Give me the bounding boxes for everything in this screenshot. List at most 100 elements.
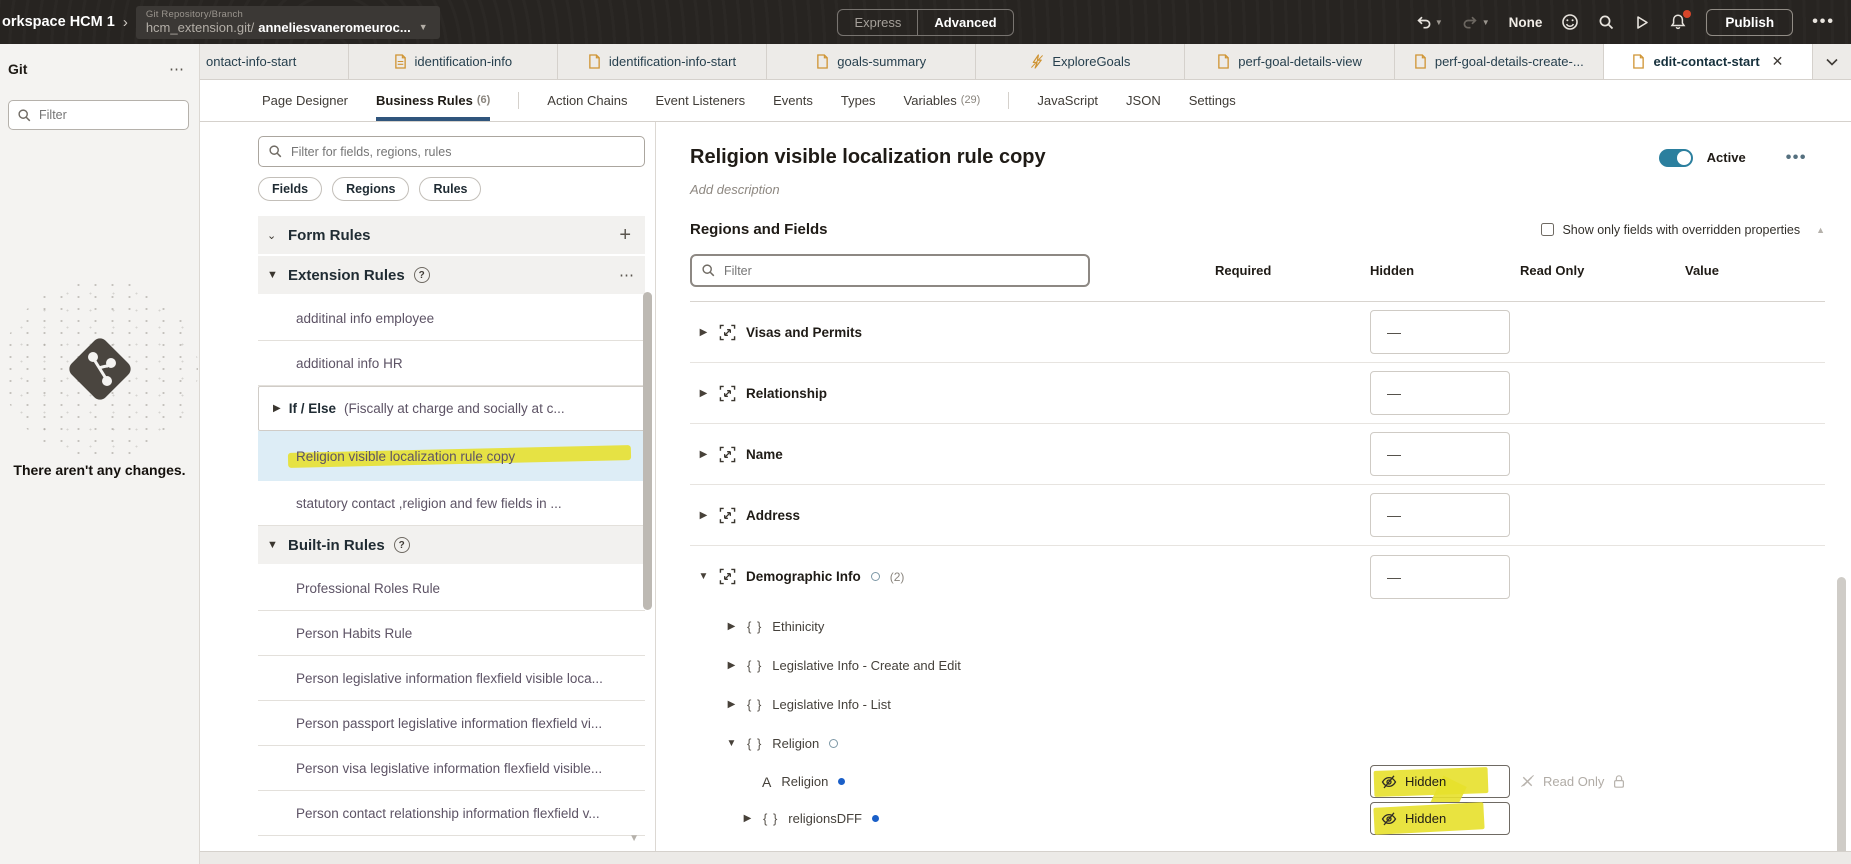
redo-menu-caret-icon[interactable]: ▼: [1482, 18, 1490, 27]
collapse-caret-icon[interactable]: ▲: [1816, 225, 1825, 235]
notifications-button[interactable]: [1669, 10, 1692, 31]
subtab-json[interactable]: JSON: [1126, 80, 1161, 121]
expand-arrow-icon[interactable]: ▶: [726, 699, 737, 710]
rule-item[interactable]: Person visa legislative information flex…: [258, 746, 645, 791]
builtin-rules-section-header[interactable]: ▼ Built-in Rules ?: [258, 526, 645, 564]
hidden-toggle-button[interactable]: Hidden: [1370, 802, 1510, 835]
rule-item-selected[interactable]: Religion visible localization rule copy: [258, 431, 645, 481]
rule-item[interactable]: statutory contact ,religion and few fiel…: [258, 481, 645, 526]
add-rule-button[interactable]: +: [619, 224, 635, 247]
regions-fields-table: ▶ Visas and Permits — ▶ Relationship — ▶…: [690, 301, 1825, 837]
rule-menu[interactable]: •••: [1786, 149, 1807, 167]
preview-button[interactable]: [1634, 14, 1650, 31]
chip-regions[interactable]: Regions: [332, 177, 410, 201]
help-icon[interactable]: ?: [393, 537, 410, 553]
hidden-value-input[interactable]: —: [1370, 310, 1510, 354]
rules-filter-input[interactable]: [291, 144, 635, 159]
redo-button[interactable]: ▼: [1462, 14, 1490, 30]
active-toggle[interactable]: [1658, 148, 1693, 167]
subtab-javascript[interactable]: JavaScript: [1037, 80, 1098, 121]
hidden-value-input[interactable]: —: [1370, 554, 1510, 599]
region-icon: [719, 324, 736, 340]
breadcrumb-chevron-icon: ›: [122, 13, 128, 31]
tab-goals-summary[interactable]: goals-summary: [767, 44, 977, 79]
sandbox-selector[interactable]: None: [1509, 15, 1543, 30]
expand-arrow-icon[interactable]: ▶: [698, 510, 709, 521]
rule-title[interactable]: Religion visible localization rule copy: [690, 146, 1046, 169]
tab-exploregoals[interactable]: ExploreGoals: [976, 44, 1186, 79]
topbar-overflow-menu[interactable]: •••: [1812, 13, 1835, 31]
fields-filter-input[interactable]: [724, 263, 1079, 278]
hidden-button-label: Hidden: [1405, 811, 1447, 826]
scroll-down-icon[interactable]: ▼: [629, 833, 639, 844]
chip-fields[interactable]: Fields: [258, 177, 323, 201]
rule-header: Religion visible localization rule copy …: [690, 146, 1825, 169]
rule-label: Person passport legislative information …: [296, 715, 603, 731]
rule-item[interactable]: Person contact relationship information …: [258, 791, 645, 836]
collapse-arrow-icon[interactable]: ▼: [698, 571, 709, 582]
rule-item[interactable]: additinal info employee: [258, 296, 645, 341]
subtab-variables[interactable]: Variables (29): [904, 80, 981, 121]
undo-menu-caret-icon[interactable]: ▼: [1435, 18, 1443, 27]
collapse-arrow-icon[interactable]: ▼: [726, 738, 737, 749]
chip-rules[interactable]: Rules: [419, 177, 482, 201]
tab-edit-contact-start[interactable]: edit-contact-start ✕: [1603, 44, 1814, 79]
rule-item[interactable]: additional info HR: [258, 341, 645, 386]
expand-arrow-icon[interactable]: ▶: [698, 327, 709, 338]
rule-label: additional info HR: [296, 355, 403, 371]
expand-arrow-icon[interactable]: ▶: [698, 449, 709, 460]
rule-item-if-else[interactable]: ▶ If / Else (Fiscally at charge and soci…: [258, 386, 645, 431]
help-icon[interactable]: ?: [413, 267, 430, 283]
search-button[interactable]: [1598, 14, 1615, 31]
tab-overflow-button[interactable]: [1813, 44, 1851, 79]
rule-item[interactable]: Professional Roles Rule: [258, 566, 645, 611]
subtab-settings[interactable]: Settings: [1189, 80, 1236, 121]
tab-contact-info-start[interactable]: ontact-info-start: [200, 44, 349, 79]
expand-arrow-icon[interactable]: ▶: [698, 388, 709, 399]
git-branch-selector[interactable]: Git Repository/Branch hcm_extension.git/…: [135, 5, 440, 39]
extension-rules-menu[interactable]: ⋯: [619, 266, 635, 284]
tab-perf-goal-details-view[interactable]: perf-goal-details-view: [1185, 44, 1395, 79]
form-rules-section-header[interactable]: ⌄ Form Rules +: [258, 216, 645, 254]
tab-identification-info[interactable]: identification-info: [349, 44, 558, 79]
rule-item[interactable]: Person legislative information flexfield…: [258, 656, 645, 701]
feedback-button[interactable]: [1561, 13, 1579, 31]
expand-arrow-icon[interactable]: ▶: [726, 621, 737, 632]
subtab-event-listeners[interactable]: Event Listeners: [656, 80, 746, 121]
rule-label: Person legislative information flexfield…: [296, 670, 603, 686]
subtab-page-designer[interactable]: Page Designer: [262, 80, 348, 121]
horizontal-scrollbar-track[interactable]: [200, 851, 1851, 864]
subtab-label: Event Listeners: [655, 92, 746, 108]
close-tab-icon[interactable]: ✕: [1772, 53, 1784, 70]
rule-item[interactable]: Person Habits Rule: [258, 611, 645, 656]
git-logo-icon: [68, 338, 131, 400]
table-row: ▶ Address —: [690, 485, 1825, 546]
advanced-mode-button[interactable]: Advanced: [918, 10, 1012, 35]
git-filter-input[interactable]: [39, 108, 180, 122]
overridden-checkbox[interactable]: [1541, 223, 1555, 236]
triangle-right-icon[interactable]: ▶: [273, 403, 281, 414]
expand-arrow-icon[interactable]: ▶: [742, 813, 753, 824]
git-panel-header: Git ⋯: [0, 44, 199, 78]
rules-scrollbar[interactable]: [643, 292, 652, 610]
subtab-business-rules[interactable]: Business Rules (6): [376, 80, 491, 121]
editor-scrollbar[interactable]: [1837, 577, 1846, 857]
subtab-events[interactable]: Events: [773, 80, 813, 121]
extension-rules-section-header[interactable]: ▼ Extension Rules ? ⋯: [258, 256, 645, 294]
read-only-toggle-disabled[interactable]: Read Only: [1520, 774, 1685, 789]
subtab-types[interactable]: Types: [841, 80, 876, 121]
tab-identification-info-start[interactable]: identification-info-start: [558, 44, 768, 79]
expand-arrow-icon[interactable]: ▶: [726, 660, 737, 671]
hidden-value-input[interactable]: —: [1370, 432, 1510, 476]
tab-perf-goal-details-create[interactable]: perf-goal-details-create-...: [1395, 44, 1604, 79]
express-mode-button[interactable]: Express: [838, 9, 919, 35]
rule-description-placeholder[interactable]: Add description: [690, 182, 1825, 197]
hidden-value-input[interactable]: —: [1370, 371, 1510, 415]
git-panel-menu[interactable]: ⋯: [169, 60, 185, 78]
rule-item[interactable]: Person passport legislative information …: [258, 701, 645, 746]
subtab-action-chains[interactable]: Action Chains: [547, 80, 627, 121]
publish-button[interactable]: Publish: [1706, 8, 1794, 36]
hidden-value-input[interactable]: —: [1370, 493, 1510, 537]
workspace-name[interactable]: orkspace HCM 1: [2, 14, 115, 30]
undo-button[interactable]: ▼: [1415, 14, 1443, 30]
